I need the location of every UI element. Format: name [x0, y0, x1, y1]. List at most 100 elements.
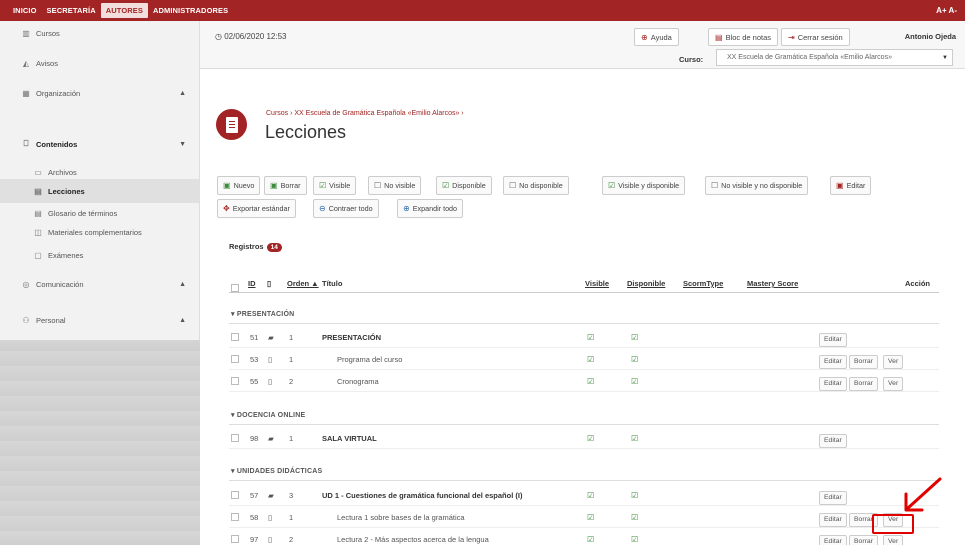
header-orden[interactable]: Orden ▲ [287, 279, 319, 288]
title-area: Cursos › XX Escuela de Gramática Español… [200, 69, 965, 162]
check-icon: ☑ [319, 181, 327, 190]
row-titulo: SALA VIRTUAL [322, 434, 377, 443]
megaphone-icon: ◭ [22, 58, 30, 68]
visible-check-icon[interactable]: ☑ [587, 377, 594, 386]
logout-button[interactable]: ⇥ Cerrar sesión [781, 28, 850, 46]
row-delete-button[interactable]: Borrar [849, 355, 878, 369]
sidebar-item-personal[interactable]: ⚇ Personal ▲ [0, 308, 200, 332]
borrar-button[interactable]: ▣ Borrar [264, 176, 307, 195]
nuevo-button[interactable]: ▣ Nuevo [217, 176, 261, 195]
sidebar-item-contenidos[interactable]: ⎕ Contenidos ▼ [0, 132, 200, 156]
row-edit-button[interactable]: Editar [819, 513, 847, 527]
header-disponible[interactable]: Disponible [627, 279, 665, 288]
row-edit-button[interactable]: Editar [819, 355, 847, 369]
disponible-check-icon[interactable]: ☑ [631, 535, 638, 544]
header-visible[interactable]: Visible [585, 279, 609, 288]
row-view-button[interactable]: Ver [883, 377, 904, 391]
no-visible-button[interactable]: ☐ No visible [368, 176, 422, 195]
section-row[interactable]: ▾ UNIDADES DIDÁCTICAS [229, 459, 939, 481]
row-id: 55 [250, 377, 259, 386]
visible-check-icon[interactable]: ☑ [587, 513, 594, 522]
course-select[interactable]: XX Escuela de Gramática Española «Emilio… [716, 49, 953, 66]
row-edit-button[interactable]: Editar [819, 535, 847, 545]
row-checkbox[interactable] [231, 513, 239, 523]
logout-icon: ⇥ [788, 32, 795, 42]
folder-icon: ▰ [268, 491, 274, 500]
sidebar-item-avisos[interactable]: ◭ Avisos [0, 51, 200, 75]
checkbox-icon: ☐ [374, 181, 382, 190]
breadcrumb[interactable]: Cursos › XX Escuela de Gramática Español… [266, 110, 464, 117]
disponible-check-icon[interactable]: ☑ [631, 333, 638, 342]
no-disponible-button[interactable]: ☐ No disponible [503, 176, 569, 195]
chevron-up-icon: ▲ [179, 89, 186, 97]
annotation-arrow-icon [904, 477, 942, 512]
row-orden: 2 [289, 377, 294, 386]
visible-check-icon[interactable]: ☑ [587, 333, 594, 342]
disponible-button[interactable]: ☑ Disponible [436, 176, 492, 195]
row-edit-button[interactable]: Editar [819, 491, 847, 505]
visible-check-icon[interactable]: ☑ [587, 535, 594, 544]
row-delete-button[interactable]: Borrar [849, 535, 878, 545]
header-id[interactable]: ID [248, 279, 256, 288]
header-bar: ◷ 02/06/2020 12:53 ⊕ Ayuda ▤ Bloc de not… [200, 21, 965, 69]
help-button[interactable]: ⊕ Ayuda [634, 28, 679, 46]
document-icon: ▤ [34, 186, 42, 196]
nav-secretaria[interactable]: SECRETARÍA [42, 3, 101, 18]
sidebar-item-label: Comunicación [36, 279, 84, 289]
visible-check-icon[interactable]: ☑ [587, 355, 594, 364]
attachment-icon: ◫ [34, 227, 42, 237]
visible-check-icon[interactable]: ☑ [587, 491, 594, 500]
list-icon: ▤ [34, 208, 42, 218]
row-checkbox[interactable] [231, 434, 239, 444]
no-visible-no-disponible-button[interactable]: ☐ No visible y no disponible [705, 176, 809, 195]
editar-button[interactable]: ▣ Editar [830, 176, 872, 195]
document-icon: ▯ [268, 513, 273, 522]
disponible-label: Disponible [452, 181, 486, 190]
notes-button[interactable]: ▤ Bloc de notas [708, 28, 779, 46]
row-edit-button[interactable]: Editar [819, 333, 847, 347]
section-row[interactable]: ▾ PRESENTACIÓN [229, 302, 939, 324]
row-checkbox[interactable] [231, 377, 239, 387]
disponible-check-icon[interactable]: ☑ [631, 377, 638, 386]
visible-button[interactable]: ☑ Visible [313, 176, 357, 195]
row-edit-button[interactable]: Editar [819, 434, 847, 448]
row-edit-button[interactable]: Editar [819, 377, 847, 391]
section-row[interactable]: ▾ DOCENCIA ONLINE [229, 403, 939, 425]
sidebar-item-comunicacion[interactable]: ◎ Comunicación ▲ [0, 272, 200, 296]
sidebar-item-materiales[interactable]: ◫ Materiales complementarios [0, 220, 200, 244]
sidebar-item-cursos[interactable]: ▥ Cursos [0, 21, 200, 45]
row-checkbox[interactable] [231, 333, 239, 343]
disponible-check-icon[interactable]: ☑ [631, 491, 638, 500]
sidebar-item-organizacion[interactable]: ▦ Organización ▲ [0, 81, 200, 105]
contraer-button[interactable]: ⊖ Contraer todo [313, 199, 379, 218]
sidebar: ▥ Cursos ◭ Avisos ▦ Organización ▲ ⎕ Con… [0, 21, 200, 545]
sidebar-item-lecciones[interactable]: ▤ Lecciones [0, 179, 200, 203]
row-id: 58 [250, 513, 259, 522]
sidebar-item-label: Exámenes [48, 250, 84, 260]
visible-disponible-button[interactable]: ☑ Visible y disponible [602, 176, 686, 195]
expandir-button[interactable]: ⊕ Expandir todo [397, 199, 464, 218]
nav-autores[interactable]: AUTORES [100, 3, 148, 18]
row-view-button[interactable]: Ver [883, 535, 904, 545]
nav-inicio[interactable]: INICIO [8, 3, 42, 18]
visible-check-icon[interactable]: ☑ [587, 434, 594, 443]
table-row: 58 ▯ 1 Lectura 1 sobre bases de la gramá… [229, 506, 939, 528]
sidebar-item-examenes[interactable]: ▢ Exámenes [0, 243, 200, 267]
row-checkbox[interactable] [231, 355, 239, 365]
help-icon: ⊕ [641, 32, 648, 42]
delete-icon: ▣ [270, 181, 278, 190]
row-delete-button[interactable]: Borrar [849, 377, 878, 391]
disponible-check-icon[interactable]: ☑ [631, 355, 638, 364]
nav-administradores[interactable]: ADMINISTRADORES [148, 3, 233, 18]
lessons-table: Registros 14 ID ▯ Orden ▲ Título Visible … [200, 222, 965, 545]
header-masteryscore[interactable]: Mastery Score [747, 279, 798, 288]
exportar-button[interactable]: ✥ Exportar estándar [217, 199, 296, 218]
font-size-control[interactable]: A+ A- [936, 0, 957, 21]
header-scormtype[interactable]: ScormType [683, 279, 723, 288]
row-id: 51 [250, 333, 259, 342]
row-view-button[interactable]: Ver [883, 355, 904, 369]
row-checkbox[interactable] [231, 491, 239, 501]
disponible-check-icon[interactable]: ☑ [631, 513, 638, 522]
row-checkbox[interactable] [231, 535, 239, 545]
disponible-check-icon[interactable]: ☑ [631, 434, 638, 443]
